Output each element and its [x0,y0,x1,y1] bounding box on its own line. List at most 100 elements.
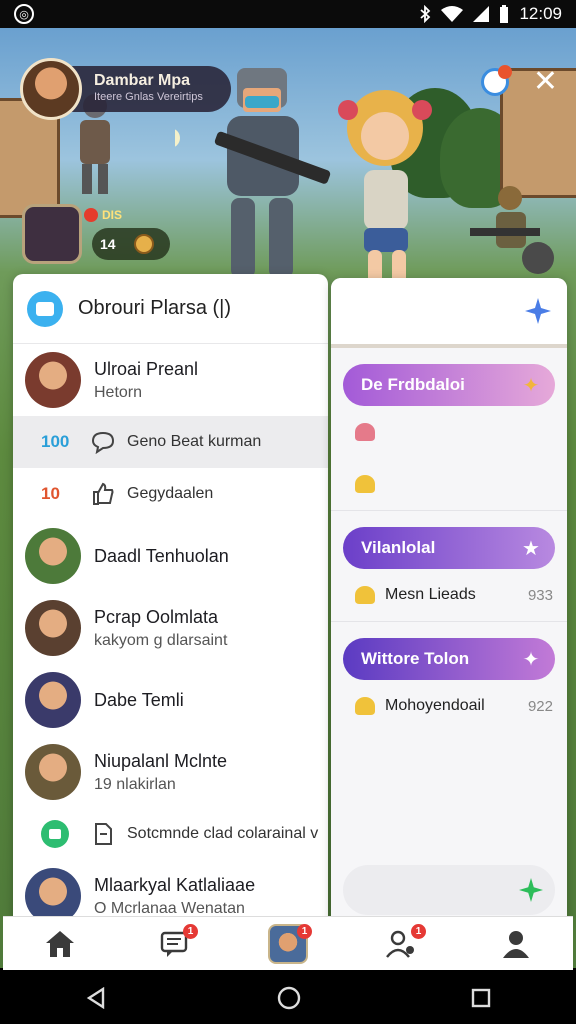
social-panel-header: Obrouri Plarsa (|) [13,274,328,344]
activity-row[interactable]: 10 Gegydaalen [13,468,328,520]
contact-info: Ulroai Preanl Hetorn [94,359,198,402]
social-panel: Obrouri Plarsa (|) Ulroai Preanl Hetorn 10… [13,274,328,924]
reward-line[interactable]: Mohoyendoail 922 [331,680,567,732]
player-name-pill[interactable]: Dambar Mpa Iteere Gnlas Vereirtips [68,66,231,112]
contact-avatar[interactable] [25,528,81,584]
document-icon [91,822,115,846]
contact-avatar[interactable] [25,744,81,800]
thumbs-up-icon [91,482,115,506]
contact-row[interactable]: Daadl Tenhuolan [13,520,328,592]
item-badge-value: DIS [102,208,123,222]
status-bar: ◎ 12:09 [0,0,576,28]
reward-item-icon [355,697,375,715]
resource-counter-value: 14 [100,236,116,252]
account-icon [503,930,529,958]
chat-bubble-icon [91,430,115,454]
reward-pill-label: De Frdbdaloi [361,375,465,394]
home-icon [46,930,74,957]
activity-text: Geno Beat kurman [127,433,262,450]
battery-icon [500,5,509,23]
green-chat-icon [41,820,69,848]
clock: 12:09 [519,4,562,23]
app-notification-icon: ◎ [14,4,34,24]
back-icon[interactable] [85,987,107,1009]
weapon-item-card[interactable] [22,204,82,264]
nav-profile[interactable]: 1 [266,922,312,966]
contact-status: O Mcrlanaa Wenatan [94,900,255,918]
notification-bell-icon[interactable] [480,65,512,96]
nav-friends[interactable]: 1 [380,922,426,966]
contact-avatar[interactable] [25,600,81,656]
gunner-character [470,186,554,274]
home-circle-icon[interactable] [277,986,301,1010]
contact-row[interactable]: Ulroai Preanl Hetorn [13,344,328,416]
reward-line[interactable] [331,458,567,510]
cookie-icon [133,234,154,254]
player-name: Dambar Mpa [94,72,191,89]
profile-badge: 1 [297,923,312,939]
rewards-input[interactable] [343,865,555,915]
contact-status-text: Hetorn [94,383,143,401]
green-sparkle-icon[interactable] [519,878,543,902]
contact-info: Pcrap Oolmlata kakyom g dlarsaint [94,607,227,650]
wifi-icon [441,6,464,22]
friends-badge: 1 [411,923,426,939]
contact-avatar[interactable] [25,352,81,408]
reward-section: Wittore Tolon ✦ Mohoyendoail 922 [331,621,567,732]
player-profile[interactable]: Dambar Mpa Iteere Gnlas Vereirtips [20,58,231,120]
player-subtitle: Iteere Gnlas Vereirtips [94,91,203,103]
reward-pill-label: Vilanlolal [361,538,436,557]
reward-line-text: Mesn Lieads [385,586,476,603]
reward-section: Vilanlolal ★ Mesn Lieads 933 [331,510,567,621]
reward-pill[interactable]: De Frdbdaloi ✦ [343,364,555,406]
contact-row[interactable]: Pcrap Oolmlata kakyom g dlarsaint [13,592,328,664]
sparkle-icon[interactable] [525,298,551,324]
social-panel-title: Obrouri Plarsa (|) [78,297,232,319]
reward-item-icon [355,586,375,604]
reward-line-value: 922 [527,697,553,715]
player-avatar[interactable] [20,58,82,120]
resource-counter[interactable]: 14 [92,228,170,260]
rewards-sections: De Frdbdaloi ✦ Vilanlolal ★ Mesn Lieads 933 Wi… [331,364,567,732]
reward-line[interactable] [331,406,567,458]
rewards-panel: De Frdbdaloi ✦ Vilanlolal ★ Mesn Lieads 933 Wi… [331,278,567,923]
activity-text: Gegydaalen [127,485,214,502]
reward-line-text: Mohoyendoail [385,697,485,714]
contact-name: Niupalanl Mclnte [94,750,228,771]
bluetooth-icon [420,5,431,23]
activity-text: Sotcmnde clad colarainal v [127,825,319,842]
contact-row[interactable]: Niupalanl Mclnte 19 nlakirlan [13,736,328,808]
contact-row[interactable]: Mlaarkyal Katlaliaae O Mcrlanaa Wenatan [13,860,328,924]
contact-avatar[interactable] [25,672,81,728]
recents-icon[interactable] [471,988,491,1008]
contact-status: Hetorn [94,384,198,402]
contact-row[interactable]: Dabe Temli [13,664,328,736]
contact-info: Niupalanl Mclnte 19 nlakirlan [94,751,227,794]
reward-item-icon [355,475,375,493]
reward-pill[interactable]: Vilanlolal ★ [343,527,555,569]
shield-logo-icon [27,290,63,327]
reward-section: De Frdbdaloi ✦ [331,364,567,510]
activity-row[interactable]: 100 Geno Beat kurman [13,416,328,468]
contact-name: Pcrap Oolmlata [94,606,219,627]
star-icon: ★ [522,537,540,560]
reward-line-value: 933 [527,586,553,604]
reward-item-icon [355,423,375,441]
contact-name: Mlaarkyal Katlaliaae [94,874,256,895]
reward-line[interactable]: Mesn Lieads 933 [331,569,567,621]
star-icon: ✦ [522,374,540,397]
reward-pill[interactable]: Wittore Tolon ✦ [343,638,555,680]
activity-row[interactable]: Sotcmnde clad colarainal v [13,808,328,860]
contact-status-text: kakyom g dlarsaint [94,631,228,649]
nav-messages[interactable]: 1 [152,922,198,966]
item-badge: DIS [84,208,122,222]
contact-status-text: O Mcrlanaa Wenatan [94,899,245,917]
cell-signal-icon [473,6,490,22]
activity-count: 100 [41,432,70,451]
activity-count: 10 [41,484,60,503]
nav-account[interactable] [494,922,538,966]
nav-home[interactable] [38,922,82,966]
close-icon[interactable]: ✕ [533,67,558,97]
contact-info: Mlaarkyal Katlaliaae O Mcrlanaa Wenatan [94,875,255,918]
bottom-nav: 1 1 1 [3,916,573,970]
